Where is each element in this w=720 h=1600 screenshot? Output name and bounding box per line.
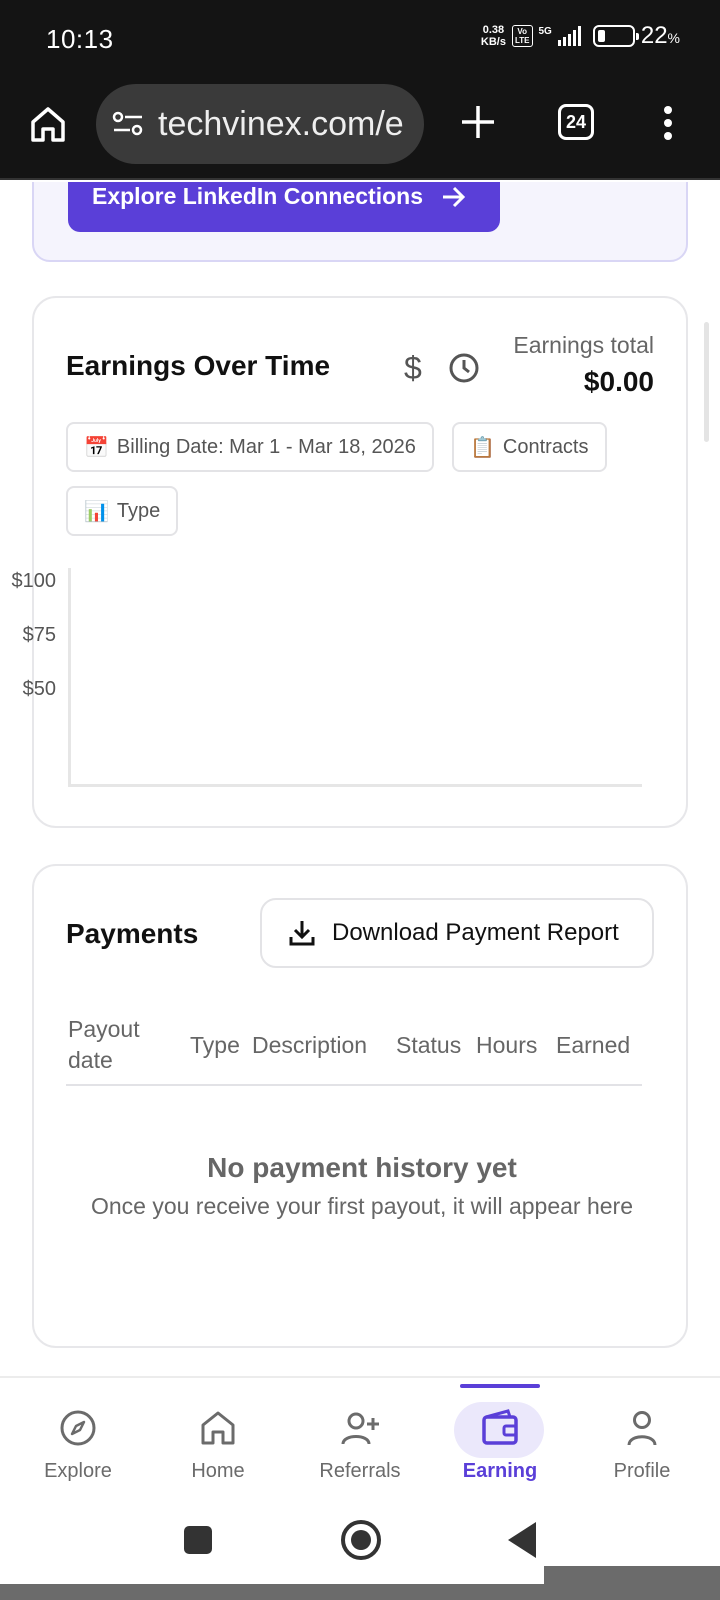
payments-card: Payments Download Payment Report Payout … (32, 864, 688, 1348)
column-type[interactable]: Type (190, 1032, 252, 1059)
tabs-button[interactable]: 24 (558, 104, 594, 140)
chart-y-axis (68, 568, 71, 786)
earnings-title: Earnings Over Time (66, 350, 331, 381)
status-bar: 10:13 0.38 KB/s Vo LTE 5G 22% (0, 0, 720, 80)
compass-icon (60, 1410, 96, 1446)
page-scrollbar[interactable] (704, 322, 709, 442)
wallet-icon (482, 1409, 518, 1445)
empty-state-title: No payment history yet (207, 1152, 517, 1183)
chart-x-axis (68, 784, 642, 787)
bar-chart-icon: 📊 (84, 500, 109, 523)
volte-icon: Vo LTE (511, 25, 533, 47)
billing-date-filter[interactable]: 📅 Billing Date: Mar 1 - Mar 18, 2026 (66, 422, 434, 472)
y-tick-label: $75 (22, 624, 56, 646)
battery-percent: 22% (640, 22, 680, 49)
earnings-card: Earnings Over Time $ Earnings total $0.0… (12, 296, 690, 828)
payments-table-header: Payout date Type Description Status Hour… (66, 1006, 642, 1086)
calendar-icon: 📅 (84, 436, 109, 459)
person-icon (627, 1411, 657, 1446)
download-report-button[interactable]: Download Payment Report (260, 898, 654, 968)
y-tick-label: $100 (11, 570, 57, 592)
explore-linkedin-button[interactable]: Explore LinkedIn Connections (68, 182, 500, 232)
tab-count: 24 (565, 111, 587, 132)
site-settings-icon (112, 111, 143, 136)
plus-icon (462, 106, 494, 138)
url-text: techvinex.com/e (158, 104, 404, 143)
clock-icon[interactable] (448, 352, 480, 384)
empty-state-subtitle: Once you receive your first payout, it w… (90, 1193, 634, 1219)
earnings-total-value: $0.00 (583, 366, 654, 397)
column-hours[interactable]: Hours (476, 1032, 556, 1059)
home-button[interactable] (341, 1520, 381, 1560)
home-icon (201, 1411, 235, 1445)
browser-home-button[interactable] (28, 104, 68, 150)
nav-item-home[interactable]: Home (148, 1378, 288, 1498)
menu-icon (664, 106, 672, 114)
arrow-right-icon (442, 186, 466, 208)
browser-toolbar: techvinex.com/e 24 (0, 80, 720, 180)
clipboard-icon: 📋 (470, 436, 495, 459)
add-user-icon (341, 1412, 379, 1445)
linkedin-card: Explore LinkedIn Connections (32, 182, 688, 262)
status-time: 10:13 (46, 24, 114, 54)
nav-item-profile[interactable]: Profile (572, 1378, 712, 1498)
column-payout-date[interactable]: Payout date (66, 1014, 190, 1076)
column-earned[interactable]: Earned (556, 1032, 642, 1059)
column-status[interactable]: Status (396, 1032, 476, 1059)
address-bar[interactable]: techvinex.com/e (96, 84, 424, 164)
download-icon (289, 921, 315, 946)
nav-block (544, 1566, 720, 1600)
back-button[interactable] (508, 1522, 536, 1558)
type-filter[interactable]: 📊 Type (66, 486, 179, 536)
y-tick-label: $50 (22, 678, 56, 700)
explore-linkedin-label: Explore LinkedIn Connections (92, 183, 423, 209)
earnings-total-label: Earnings total (513, 332, 654, 358)
bottom-navigation: Explore Home Referrals Earning Profile (0, 1376, 720, 1498)
payments-title: Payments (66, 918, 199, 949)
download-report-label: Download Payment Report (332, 919, 619, 946)
network-speed: 0.38 KB/s (480, 24, 506, 48)
signal-icon (557, 26, 581, 46)
home-icon (31, 107, 65, 142)
earnings-chart: $100 $75 $50 (12, 558, 690, 798)
browser-menu-button[interactable] (664, 106, 674, 140)
new-tab-button[interactable] (458, 102, 498, 142)
column-description[interactable]: Description (252, 1032, 396, 1059)
recents-button[interactable] (184, 1526, 212, 1554)
nav-item-referrals[interactable]: Referrals (290, 1378, 430, 1498)
nav-item-explore[interactable]: Explore (8, 1378, 148, 1498)
battery-icon (592, 25, 639, 47)
system-navigation (0, 1498, 720, 1600)
status-indicators: 0.38 KB/s Vo LTE 5G 22% (481, 22, 680, 50)
page-content: Explore LinkedIn Connections Earnings Ov… (0, 182, 720, 1376)
contracts-filter[interactable]: 📋 Contracts (452, 422, 607, 472)
nav-item-earning[interactable]: Earning (430, 1378, 570, 1498)
network-type: 5G (538, 25, 552, 37)
dollar-icon[interactable]: $ (404, 350, 434, 386)
